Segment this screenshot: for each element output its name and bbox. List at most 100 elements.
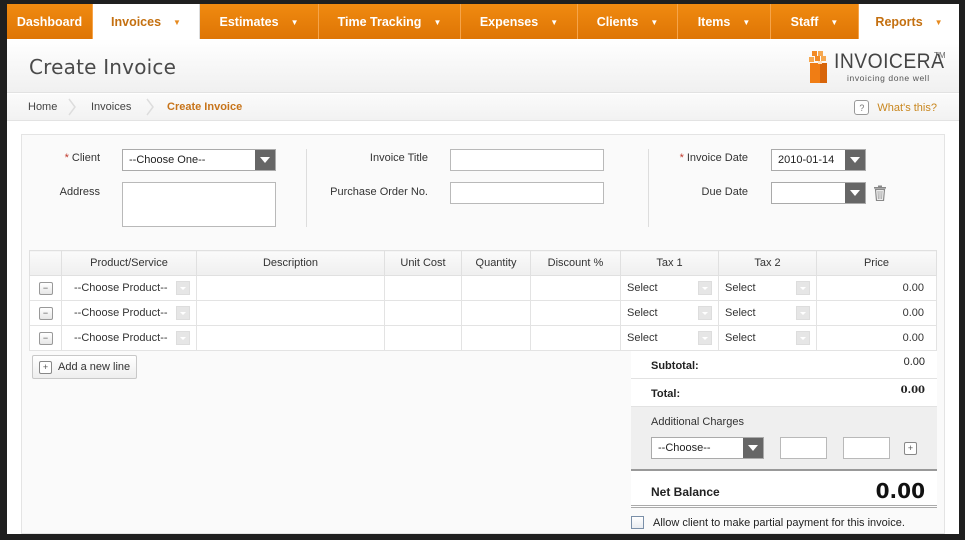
- logo-tagline: invoicing done well: [847, 73, 930, 83]
- subtotal-label: Subtotal:: [651, 360, 699, 372]
- breadcrumb: Home Invoices Create Invoice ? What's th…: [7, 94, 959, 121]
- nav-dashboard[interactable]: Dashboard: [7, 4, 93, 39]
- totals-panel: Subtotal: 0.00 Total: 0.00 Additional Ch…: [631, 351, 937, 508]
- invoice-form: * Client --Choose One-- Address Invoice T…: [21, 134, 945, 534]
- product-value: --Choose Product--: [74, 332, 168, 344]
- tax2-value: Select: [725, 307, 756, 319]
- subtotal-value: 0.00: [903, 356, 925, 368]
- breadcrumb-separator-icon: [146, 98, 154, 116]
- dropdown-arrow-icon: [796, 331, 810, 345]
- table-row: − --Choose Product-- Select Select 0.00: [29, 300, 937, 326]
- column-header: Discount %: [530, 250, 621, 276]
- product-cell: --Choose Product--: [61, 325, 197, 351]
- nav-estimates[interactable]: Estimates ▼: [200, 4, 319, 39]
- breadcrumb-current: Create Invoice: [167, 101, 243, 113]
- column-header: Tax 1: [620, 250, 719, 276]
- total-row: Total: 0.00: [631, 379, 937, 407]
- nav-items[interactable]: Items ▼: [678, 4, 771, 39]
- tax2-select[interactable]: Select: [725, 306, 810, 320]
- whats-this-link[interactable]: ? What's this?: [854, 100, 937, 115]
- tax2-value: Select: [725, 282, 756, 294]
- nav-invoices[interactable]: Invoices ▼: [93, 4, 200, 39]
- tax1-select[interactable]: Select: [627, 306, 712, 320]
- discount-cell[interactable]: [530, 300, 621, 326]
- tax2-select[interactable]: Select: [725, 331, 810, 345]
- partial-payment-label: Allow client to make partial payment for…: [653, 516, 905, 529]
- subtotal-row: Subtotal: 0.00: [631, 351, 937, 379]
- nav-label: Invoices: [111, 14, 162, 29]
- caret-down-icon: ▼: [650, 18, 659, 27]
- tax2-select[interactable]: Select: [725, 281, 810, 295]
- logo-icon: [809, 51, 827, 83]
- caret-down-icon: ▼: [173, 18, 181, 27]
- client-select[interactable]: --Choose One--: [122, 149, 276, 171]
- caret-down-icon: ▼: [290, 18, 299, 27]
- remove-line-button[interactable]: −: [38, 281, 53, 295]
- nav-time-tracking[interactable]: Time Tracking ▼: [319, 4, 461, 39]
- dropdown-arrow-icon: [743, 438, 763, 458]
- caret-down-icon: ▼: [934, 18, 943, 27]
- product-select[interactable]: --Choose Product--: [68, 281, 190, 295]
- net-balance-value: 0.00: [875, 479, 925, 503]
- unit-cost-cell[interactable]: [384, 325, 462, 351]
- required-marker: *: [64, 152, 69, 164]
- quantity-cell[interactable]: [461, 300, 531, 326]
- breadcrumb-separator-icon: [68, 98, 76, 116]
- add-charge-button[interactable]: +: [904, 442, 917, 455]
- description-cell[interactable]: [196, 300, 385, 326]
- trash-icon[interactable]: [873, 185, 887, 201]
- dropdown-arrow-icon: [698, 306, 712, 320]
- nav-label: Estimates: [219, 14, 279, 29]
- add-new-line-button[interactable]: + Add a new line: [32, 355, 137, 379]
- product-select[interactable]: --Choose Product--: [68, 331, 190, 345]
- nav-label: Items: [697, 14, 731, 29]
- remove-line-button[interactable]: −: [38, 331, 53, 345]
- breadcrumb-home[interactable]: Home: [28, 101, 57, 113]
- invoice-title-input[interactable]: [450, 149, 604, 171]
- unit-cost-cell[interactable]: [384, 275, 462, 301]
- dropdown-arrow-icon: [796, 306, 810, 320]
- nav-clients[interactable]: Clients ▼: [578, 4, 678, 39]
- tax2-cell: Select: [718, 325, 817, 351]
- nav-reports[interactable]: Reports ▼: [859, 4, 959, 39]
- column-header: Product/Service: [61, 250, 197, 276]
- nav-label: Time Tracking: [337, 14, 422, 29]
- po-number-input[interactable]: [450, 182, 604, 204]
- dropdown-arrow-icon: [845, 150, 865, 170]
- due-date-picker[interactable]: [771, 182, 866, 204]
- breadcrumb-invoices[interactable]: Invoices: [91, 101, 131, 113]
- nav-label: Clients: [596, 14, 639, 29]
- partial-payment-checkbox[interactable]: [631, 516, 644, 529]
- discount-cell[interactable]: [530, 275, 621, 301]
- quantity-cell[interactable]: [461, 325, 531, 351]
- charge-amount-input[interactable]: [780, 437, 827, 459]
- tax1-cell: Select: [620, 325, 719, 351]
- column-header: Price: [816, 250, 937, 276]
- remove-line-button[interactable]: −: [38, 306, 53, 320]
- main-nav: Dashboard Invoices ▼ Estimates ▼ Time Tr…: [7, 4, 959, 39]
- tax1-select[interactable]: Select: [627, 331, 712, 345]
- description-cell[interactable]: [196, 325, 385, 351]
- description-cell[interactable]: [196, 275, 385, 301]
- nav-staff[interactable]: Staff ▼: [771, 4, 859, 39]
- tax1-value: Select: [627, 307, 658, 319]
- caret-down-icon: ▼: [742, 18, 751, 27]
- product-select[interactable]: --Choose Product--: [68, 306, 190, 320]
- quantity-cell[interactable]: [461, 275, 531, 301]
- dropdown-arrow-icon: [845, 183, 865, 203]
- column-divider: [648, 149, 649, 227]
- invoice-date-picker[interactable]: 2010-01-14: [771, 149, 866, 171]
- invoice-date-label-text: Invoice Date: [686, 152, 748, 164]
- discount-cell[interactable]: [530, 325, 621, 351]
- charge-type-select[interactable]: --Choose--: [651, 437, 764, 459]
- caret-down-icon: ▼: [433, 18, 442, 27]
- unit-cost-cell[interactable]: [384, 300, 462, 326]
- tax1-select[interactable]: Select: [627, 281, 712, 295]
- nav-expenses[interactable]: Expenses ▼: [461, 4, 578, 39]
- plus-icon: +: [39, 360, 52, 374]
- charge-percent-input[interactable]: [843, 437, 890, 459]
- invoice-date-label: * Invoice Date: [662, 152, 748, 164]
- product-cell: --Choose Product--: [61, 300, 197, 326]
- address-textarea[interactable]: [122, 182, 276, 227]
- column-header: Quantity: [461, 250, 531, 276]
